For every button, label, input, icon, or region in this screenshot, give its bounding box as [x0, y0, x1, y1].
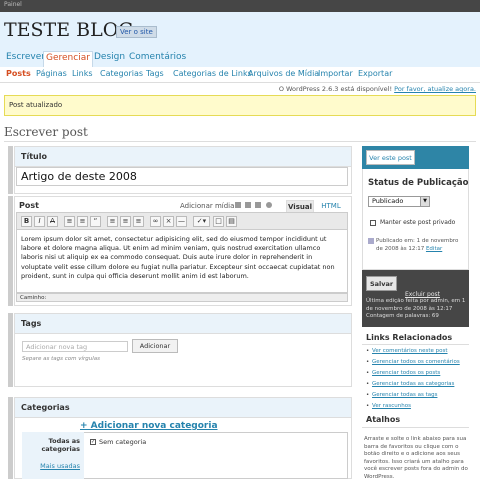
subnav-posts[interactable]: Posts	[6, 69, 31, 78]
drag-handle[interactable]	[8, 313, 13, 387]
subnav-exportar[interactable]: Exportar	[358, 69, 392, 78]
add-video-icon[interactable]	[245, 202, 251, 208]
calendar-icon	[368, 238, 374, 244]
category-checkbox[interactable]: ✓	[90, 439, 96, 445]
link-icon[interactable]: ∞	[150, 216, 161, 227]
shortcuts-title: Atalhos	[366, 415, 401, 424]
publish-status-title: Status de Publicação	[368, 178, 469, 188]
subnav-tags[interactable]: Tags	[146, 69, 164, 78]
save-button[interactable]: Salvar	[366, 276, 397, 291]
word-count: Contagem de palavras: 69	[366, 313, 439, 320]
chevron-down-icon: ▼	[420, 197, 429, 206]
related-link[interactable]: Ver rascunhos	[366, 403, 470, 414]
published-on-text: Publicado em: 1 de novembro de 2008 às 1…	[376, 238, 459, 252]
update-now-link[interactable]: Por favor, atualize agora.	[394, 85, 476, 93]
divider	[362, 344, 469, 345]
add-category-link[interactable]: + Adicionar nova categoria	[80, 421, 218, 431]
add-media-label: Adicionar mídia:	[180, 202, 237, 210]
divider	[362, 427, 469, 428]
update-nag: O WordPress 2.6.3 está disponível! Por f…	[279, 85, 476, 93]
tab-html[interactable]: HTML	[317, 200, 345, 212]
bold-icon[interactable]: B	[21, 216, 32, 227]
delete-post-link[interactable]: Excluir post	[405, 291, 440, 298]
tab-popular-categories[interactable]: Mais usadas	[26, 462, 80, 470]
italic-icon[interactable]: I	[34, 216, 45, 227]
ordered-list-icon[interactable]: ≡	[77, 216, 88, 227]
spellcheck-icon[interactable]: ✓▾	[193, 216, 210, 227]
unlink-icon[interactable]: ×	[163, 216, 174, 227]
blog-title: TESTE BLOG	[4, 19, 134, 41]
header: TESTE BLOG Ver o site Escrever Gerenciar…	[0, 12, 480, 67]
drag-handle[interactable]	[8, 196, 13, 306]
align-left-icon[interactable]: ≡	[107, 216, 118, 227]
align-center-icon[interactable]: ≡	[120, 216, 131, 227]
view-post-button[interactable]: Ver este post	[366, 150, 415, 165]
private-label: Manter este post privado	[380, 219, 456, 226]
subnav-paginas[interactable]: Páginas	[36, 69, 67, 78]
related-link[interactable]: Gerenciar todos os comentários	[366, 359, 470, 370]
tab-all-categories[interactable]: Todas as categorias	[26, 437, 80, 453]
subnav-arquivos-midia[interactable]: Arquivos de Mídia	[248, 69, 319, 78]
sub-nav: Posts Páginas Links Categorias Tags Cate…	[0, 67, 480, 83]
status-select[interactable]: Publicado ▼	[368, 196, 430, 207]
tag-input[interactable]: Adicionar nova tag	[22, 341, 128, 352]
drag-handle[interactable]	[8, 146, 13, 194]
categories-box-label: Categorias	[15, 398, 351, 418]
kitchen-sink-icon[interactable]: ▤	[226, 216, 237, 227]
related-links-list: Ver comentários neste post Gerenciar tod…	[366, 348, 470, 414]
add-image-icon[interactable]	[235, 202, 241, 208]
page-title: Escrever post	[4, 125, 88, 139]
divider	[4, 141, 476, 142]
strikethrough-icon[interactable]: A	[47, 216, 58, 227]
tab-design[interactable]: Design	[92, 51, 127, 65]
tab-gerenciar[interactable]: Gerenciar	[43, 51, 93, 67]
post-label: Post	[19, 201, 39, 210]
category-label: Sem categoria	[99, 438, 147, 446]
last-edit-text: Última edição feita por admin, em 1 de n…	[366, 298, 466, 312]
title-input[interactable]: Artigo de deste 2008	[16, 167, 348, 186]
tags-box-label: Tags	[15, 314, 351, 334]
related-link[interactable]: Gerenciar todos os posts	[366, 370, 470, 381]
update-nag-text: O WordPress 2.6.3 está disponível!	[278, 85, 393, 93]
subnav-links[interactable]: Links	[72, 69, 93, 78]
editor-path: Caminho:	[16, 293, 348, 302]
align-right-icon[interactable]: ≡	[133, 216, 144, 227]
shortcuts-text: Arraste e solte o link abaixo para sua b…	[364, 436, 468, 480]
editor-toolbar: B I A ≡ ≡ “ ≡ ≡ ≡ ∞ × — ✓▾ □ ▤	[16, 212, 348, 230]
related-link[interactable]: Gerenciar todas as tags	[366, 392, 470, 403]
related-link[interactable]: Ver comentários neste post	[366, 348, 470, 359]
fullscreen-icon[interactable]: □	[213, 216, 224, 227]
add-audio-icon[interactable]	[255, 202, 261, 208]
add-media-icon[interactable]	[266, 202, 272, 208]
subnav-importar[interactable]: Importar	[318, 69, 353, 78]
subnav-categorias[interactable]: Categorias	[100, 69, 143, 78]
update-notice: Post atualizado	[4, 95, 476, 116]
more-tag-icon[interactable]: —	[176, 216, 187, 227]
blockquote-icon[interactable]: “	[90, 216, 101, 227]
title-box-label: Título	[15, 147, 351, 167]
view-site-button[interactable]: Ver o site	[116, 26, 157, 38]
subnav-categorias-links[interactable]: Categorias de Links	[173, 69, 252, 78]
published-on: Publicado em: 1 de novembro de 2008 às 1…	[376, 237, 466, 253]
tag-hint: Separe as tags com vírgulas	[22, 356, 101, 362]
private-checkbox[interactable]	[370, 220, 376, 226]
admin-bar-label[interactable]: Painel	[4, 1, 22, 8]
last-edit-info: Última edição feita por admin, em 1 de n…	[366, 298, 466, 321]
tab-escrever[interactable]: Escrever	[4, 51, 47, 65]
tab-comentarios[interactable]: Comentários	[127, 51, 188, 65]
post-content-editor[interactable]: Lorem ipsum dolor sit amet, consectetur …	[16, 230, 348, 293]
unordered-list-icon[interactable]: ≡	[64, 216, 75, 227]
tab-visual[interactable]: Visual	[286, 200, 314, 212]
drag-handle[interactable]	[8, 397, 13, 479]
status-select-value: Publicado	[372, 197, 404, 205]
related-links-title: Links Relacionados	[366, 333, 453, 342]
admin-bar: Painel	[0, 0, 480, 12]
edit-date-link[interactable]: Editar	[426, 246, 442, 252]
add-tag-button[interactable]: Adicionar	[132, 339, 178, 353]
related-link[interactable]: Gerenciar todas as categorias	[366, 381, 470, 392]
